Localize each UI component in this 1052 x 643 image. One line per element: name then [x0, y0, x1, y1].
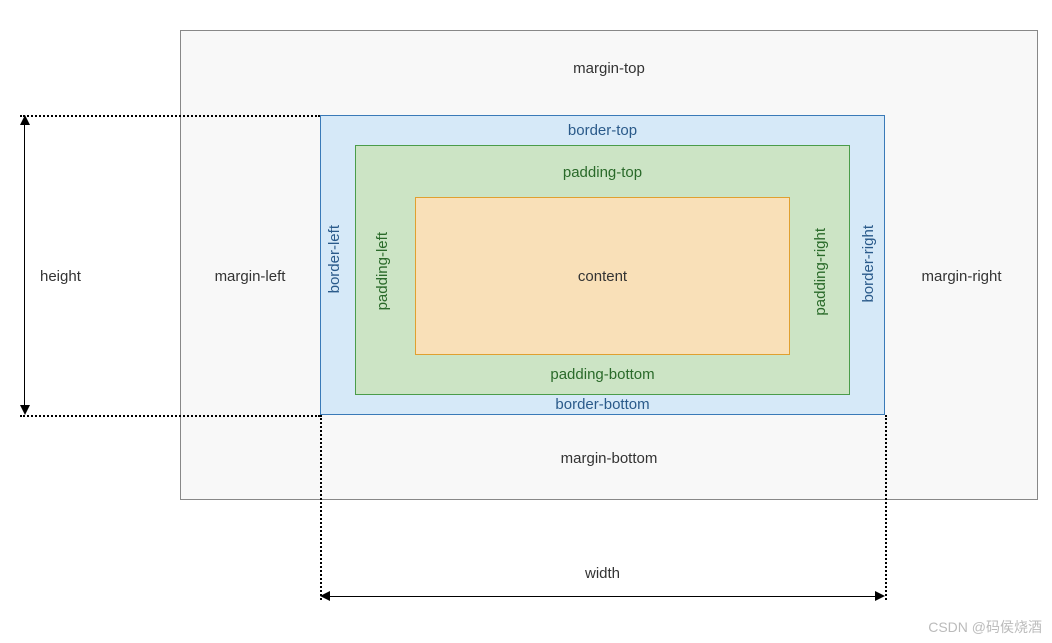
margin-bottom-label: margin-bottom: [180, 450, 1038, 467]
margin-right-label: margin-right: [885, 268, 1038, 285]
guide-height-bottom: [20, 415, 320, 417]
width-dim-line: [325, 596, 880, 597]
margin-left-label: margin-left: [180, 268, 320, 285]
padding-right-label: padding-right: [812, 228, 829, 316]
border-bottom-label: border-bottom: [320, 396, 885, 413]
width-arrow-left: [320, 591, 330, 601]
height-dim-line: [24, 120, 25, 410]
width-arrow-right: [875, 591, 885, 601]
height-label: height: [40, 268, 81, 285]
border-left-label: border-left: [326, 225, 343, 293]
content-box: content: [415, 197, 790, 355]
content-label: content: [578, 268, 627, 285]
height-arrow-down: [20, 405, 30, 415]
padding-top-label: padding-top: [355, 164, 850, 181]
height-arrow-up: [20, 115, 30, 125]
margin-top-label: margin-top: [180, 60, 1038, 77]
border-right-label: border-right: [860, 225, 877, 303]
padding-left-label: padding-left: [374, 232, 391, 310]
box-model-diagram: content margin-top margin-left margin-ri…: [0, 0, 1052, 643]
padding-bottom-label: padding-bottom: [355, 366, 850, 383]
guide-width-right: [885, 415, 887, 600]
width-label: width: [320, 565, 885, 582]
watermark: CSDN @码侯烧酒: [928, 617, 1042, 637]
guide-height-top: [20, 115, 320, 117]
border-top-label: border-top: [320, 122, 885, 139]
